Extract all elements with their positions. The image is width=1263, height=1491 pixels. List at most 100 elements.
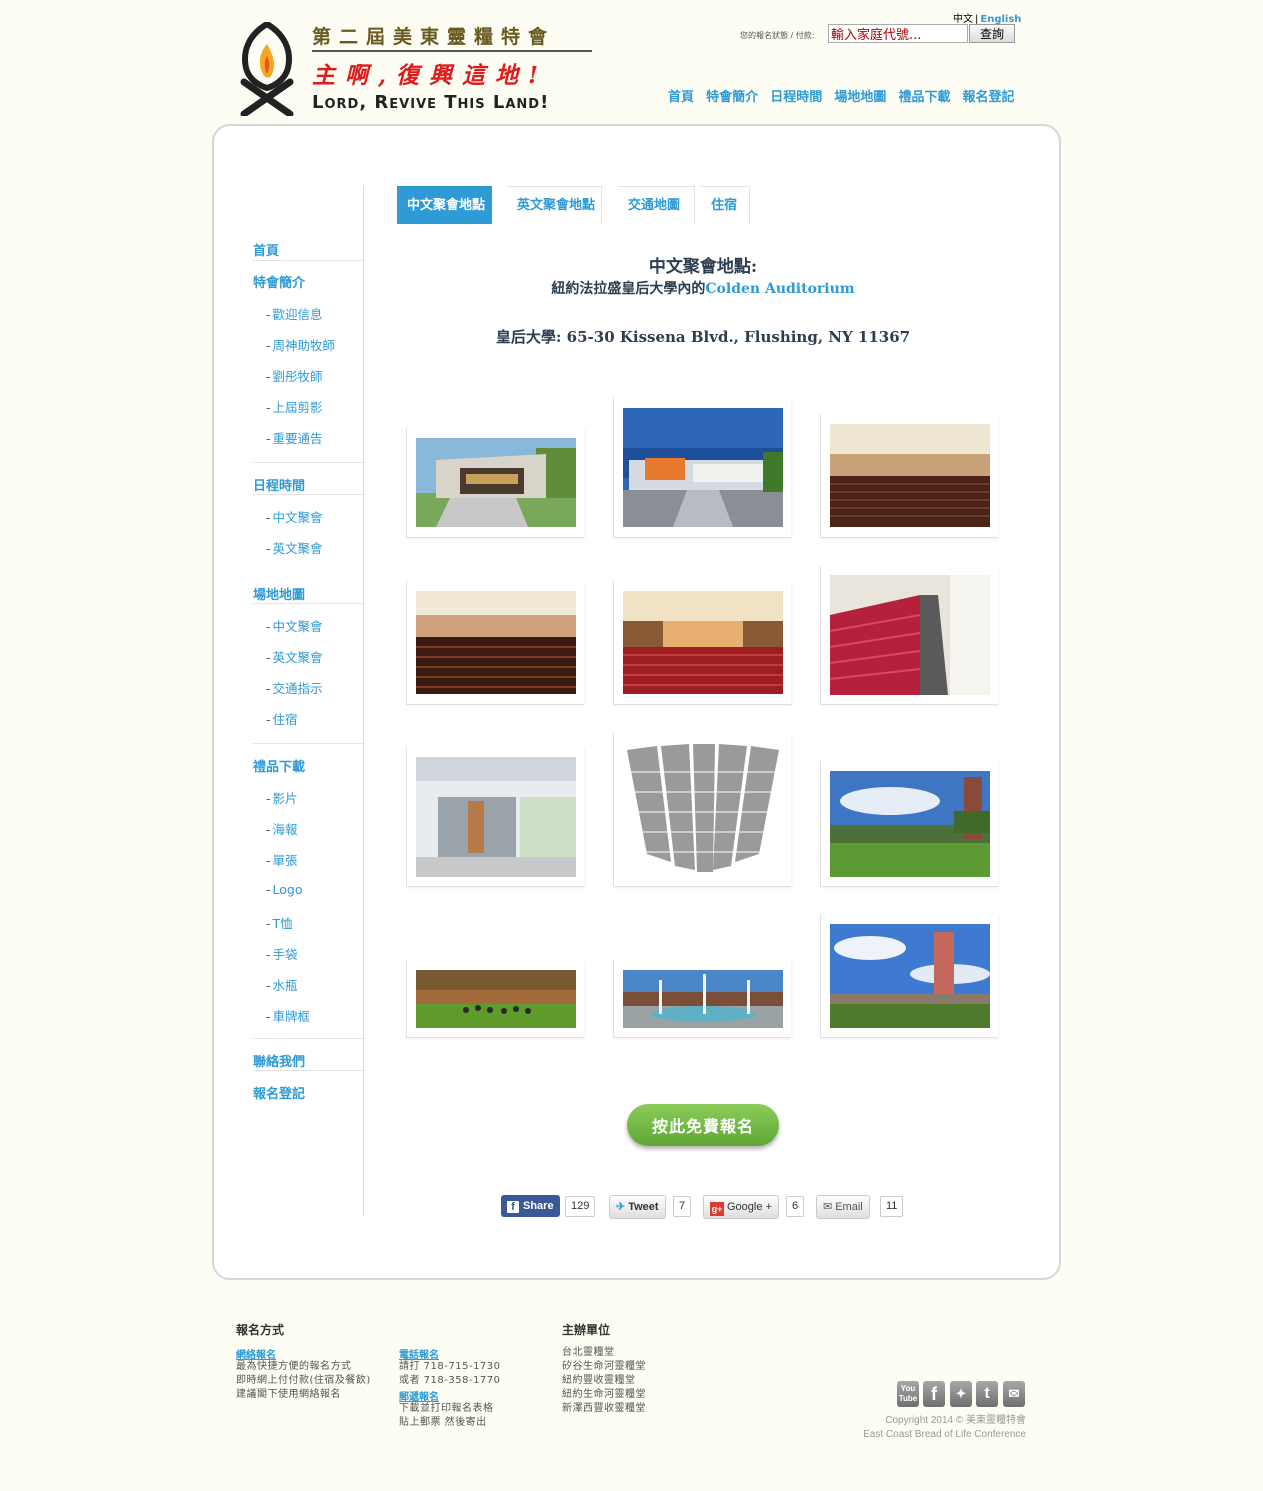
top-nav: 首頁 特會簡介 日程時間 場地地圖 禮品下載 報名登記 xyxy=(668,86,1022,105)
query-button[interactable]: 查詢 xyxy=(969,24,1015,43)
sidebar-item[interactable]: 報名登記 xyxy=(253,1083,305,1102)
footer-phone-register-link[interactable]: 電話報名 xyxy=(399,1346,439,1361)
sidebar-subitem[interactable]: - Logo xyxy=(266,882,303,897)
nav-venue-map[interactable]: 場地地圖 xyxy=(834,90,886,105)
sidebar-item[interactable]: 特會簡介 xyxy=(253,272,305,291)
gallery-item[interactable] xyxy=(406,747,584,887)
sidebar-subitem[interactable]: - 海報 xyxy=(266,819,298,838)
sidebar-subitem[interactable]: - 劉彤牧師 xyxy=(266,366,323,385)
facebook-share-button[interactable]: f Share xyxy=(501,1195,560,1217)
sidebar-divider xyxy=(253,743,363,744)
sidebar-subitem-label: 上屆剪影 xyxy=(272,400,323,415)
tab-english-venue[interactable]: 英文聚會地點 xyxy=(507,186,602,224)
footer-phone-line: 請打 718-715-1730 xyxy=(399,1361,501,1372)
twitter-tweet-button[interactable]: ✈ Tweet xyxy=(609,1195,666,1219)
free-register-button[interactable]: 按此免費報名 xyxy=(627,1104,779,1146)
email-icon[interactable]: ✉ xyxy=(1003,1381,1025,1407)
footer-register-methods-title: 報名方式 xyxy=(236,1323,285,1337)
youtube-icon[interactable]: You Tube xyxy=(897,1381,919,1407)
sidebar-subitem[interactable]: - 手袋 xyxy=(266,944,298,963)
sidebar-subitem[interactable]: - 英文聚會 xyxy=(266,647,323,666)
sidebar-subitem[interactable]: - 歡迎信息 xyxy=(266,304,323,323)
nav-register[interactable]: 報名登記 xyxy=(963,90,1015,105)
logo-motto-english: Lord, Revive This Land! xyxy=(312,92,550,113)
sidebar-subitem[interactable]: - 交通指示 xyxy=(266,678,323,697)
campus-lawn-image xyxy=(416,970,576,1028)
gallery-item[interactable] xyxy=(820,566,998,705)
facebook-icon[interactable]: f xyxy=(923,1381,945,1407)
facebook-share-count: 129 xyxy=(565,1196,596,1217)
sidebar-dash: - xyxy=(266,1009,271,1024)
sidebar-subitem-label: 中文聚會 xyxy=(272,619,323,634)
sidebar-subitem[interactable]: - T恤 xyxy=(266,913,293,932)
sidebar-subitem[interactable]: - 重要通告 xyxy=(266,428,323,447)
auditorium-stage-view-image xyxy=(623,591,783,694)
sidebar-item[interactable]: 禮品下載 xyxy=(253,756,305,775)
sidebar-subitem-label: 影片 xyxy=(272,791,298,806)
twitter-icon[interactable]: t xyxy=(976,1381,998,1407)
sidebar-item[interactable]: 聯絡我們 xyxy=(253,1051,305,1070)
nav-schedule[interactable]: 日程時間 xyxy=(770,90,822,105)
footer-online-register-link[interactable]: 網絡報名 xyxy=(236,1346,276,1361)
sidebar-divider xyxy=(253,260,363,261)
sidebar-item[interactable]: 首頁 xyxy=(253,240,279,259)
venue-auditorium-link[interactable]: Colden Auditorium xyxy=(705,281,854,297)
sidebar-subitem-label: 英文聚會 xyxy=(272,650,323,665)
campus-tower-plaza-image xyxy=(830,924,990,1028)
sidebar-subitem[interactable]: - 周神助牧師 xyxy=(266,335,335,354)
auditorium-lobby-image xyxy=(416,757,576,877)
tab-transport-map[interactable]: 交通地圖 xyxy=(618,186,695,224)
sidebar-item[interactable]: 日程時間 xyxy=(253,475,305,494)
sidebar-dash: - xyxy=(266,369,271,384)
family-code-input[interactable] xyxy=(828,24,968,43)
gallery-item[interactable] xyxy=(406,428,584,538)
sidebar-subitem[interactable]: - 水瓶 xyxy=(266,975,298,994)
sidebar-item[interactable]: 場地地圖 xyxy=(253,584,305,603)
google-plus-button[interactable]: g+ Google + xyxy=(703,1195,779,1219)
footer-mail-register-link[interactable]: 郵遞報名 xyxy=(399,1388,439,1403)
sidebar-subitem[interactable]: - 單張 xyxy=(266,850,298,869)
footer-mail-line: 貼上郵票 然後寄出 xyxy=(399,1417,487,1428)
sidebar-subitem[interactable]: - 中文聚會 xyxy=(266,616,323,635)
flame-cross-logo-icon xyxy=(240,22,294,116)
sidebar-subitem[interactable]: - 住宿 xyxy=(266,709,298,728)
gallery-item[interactable] xyxy=(613,398,791,538)
nav-about[interactable]: 特會簡介 xyxy=(706,90,758,105)
gallery-item[interactable] xyxy=(613,733,791,887)
sidebar-dash: - xyxy=(266,916,271,931)
google-plus-count: 6 xyxy=(786,1196,805,1217)
sidebar-subitem[interactable]: - 影片 xyxy=(266,788,298,807)
email-share-button[interactable]: ✉ Email xyxy=(816,1195,870,1219)
sidebar-dash: - xyxy=(266,431,271,446)
gallery-item[interactable] xyxy=(820,914,998,1038)
gallery-item[interactable] xyxy=(406,581,584,705)
gallery-item[interactable] xyxy=(406,960,584,1038)
sidebar-subitem-label: 重要通告 xyxy=(272,431,323,446)
gallery-item[interactable] xyxy=(820,414,998,538)
tab-lodging[interactable]: 住宿 xyxy=(701,186,750,224)
gallery-item[interactable] xyxy=(613,581,791,705)
sidebar-divider xyxy=(253,494,363,495)
tab-chinese-venue[interactable]: 中文聚會地點 xyxy=(397,186,492,224)
sidebar-subitem[interactable]: - 中文聚會 xyxy=(266,507,323,526)
sidebar-dash: - xyxy=(266,853,271,868)
email-share-count: 11 xyxy=(880,1196,904,1217)
nav-downloads[interactable]: 禮品下載 xyxy=(898,90,950,105)
auditorium-exterior-rendering-image xyxy=(416,438,576,527)
nav-home[interactable]: 首頁 xyxy=(668,90,694,105)
sidebar-subitem-label: Logo xyxy=(272,882,303,897)
logo-divider xyxy=(312,50,592,52)
google-share: g+ Google + 6 xyxy=(703,1195,805,1219)
sidebar-subitem-label: 車牌框 xyxy=(272,1009,311,1024)
venue-address: 皇后大學: 65-30 Kissena Blvd., Flushing, NY … xyxy=(495,328,911,346)
gallery-item[interactable] xyxy=(613,960,791,1038)
footer-organizers-list: 台北靈糧堂 矽谷生命河靈糧堂 紐約豐收靈糧堂 紐約生命河靈糧堂 新澤西豐收靈糧堂 xyxy=(562,1346,646,1416)
site-logo[interactable]: 第二屆美東靈糧特會 主啊,復興這地! Lord, Revive This Lan… xyxy=(238,20,598,120)
sidebar-subitem[interactable]: - 車牌框 xyxy=(266,1006,310,1025)
myspace-icon[interactable]: ✦ xyxy=(950,1381,972,1407)
facebook-share: f Share 129 xyxy=(501,1195,597,1217)
sidebar-subitem[interactable]: - 英文聚會 xyxy=(266,538,323,557)
gallery-item[interactable] xyxy=(820,761,998,887)
sidebar-dash: - xyxy=(266,822,271,837)
sidebar-subitem[interactable]: - 上屆剪影 xyxy=(266,397,323,416)
